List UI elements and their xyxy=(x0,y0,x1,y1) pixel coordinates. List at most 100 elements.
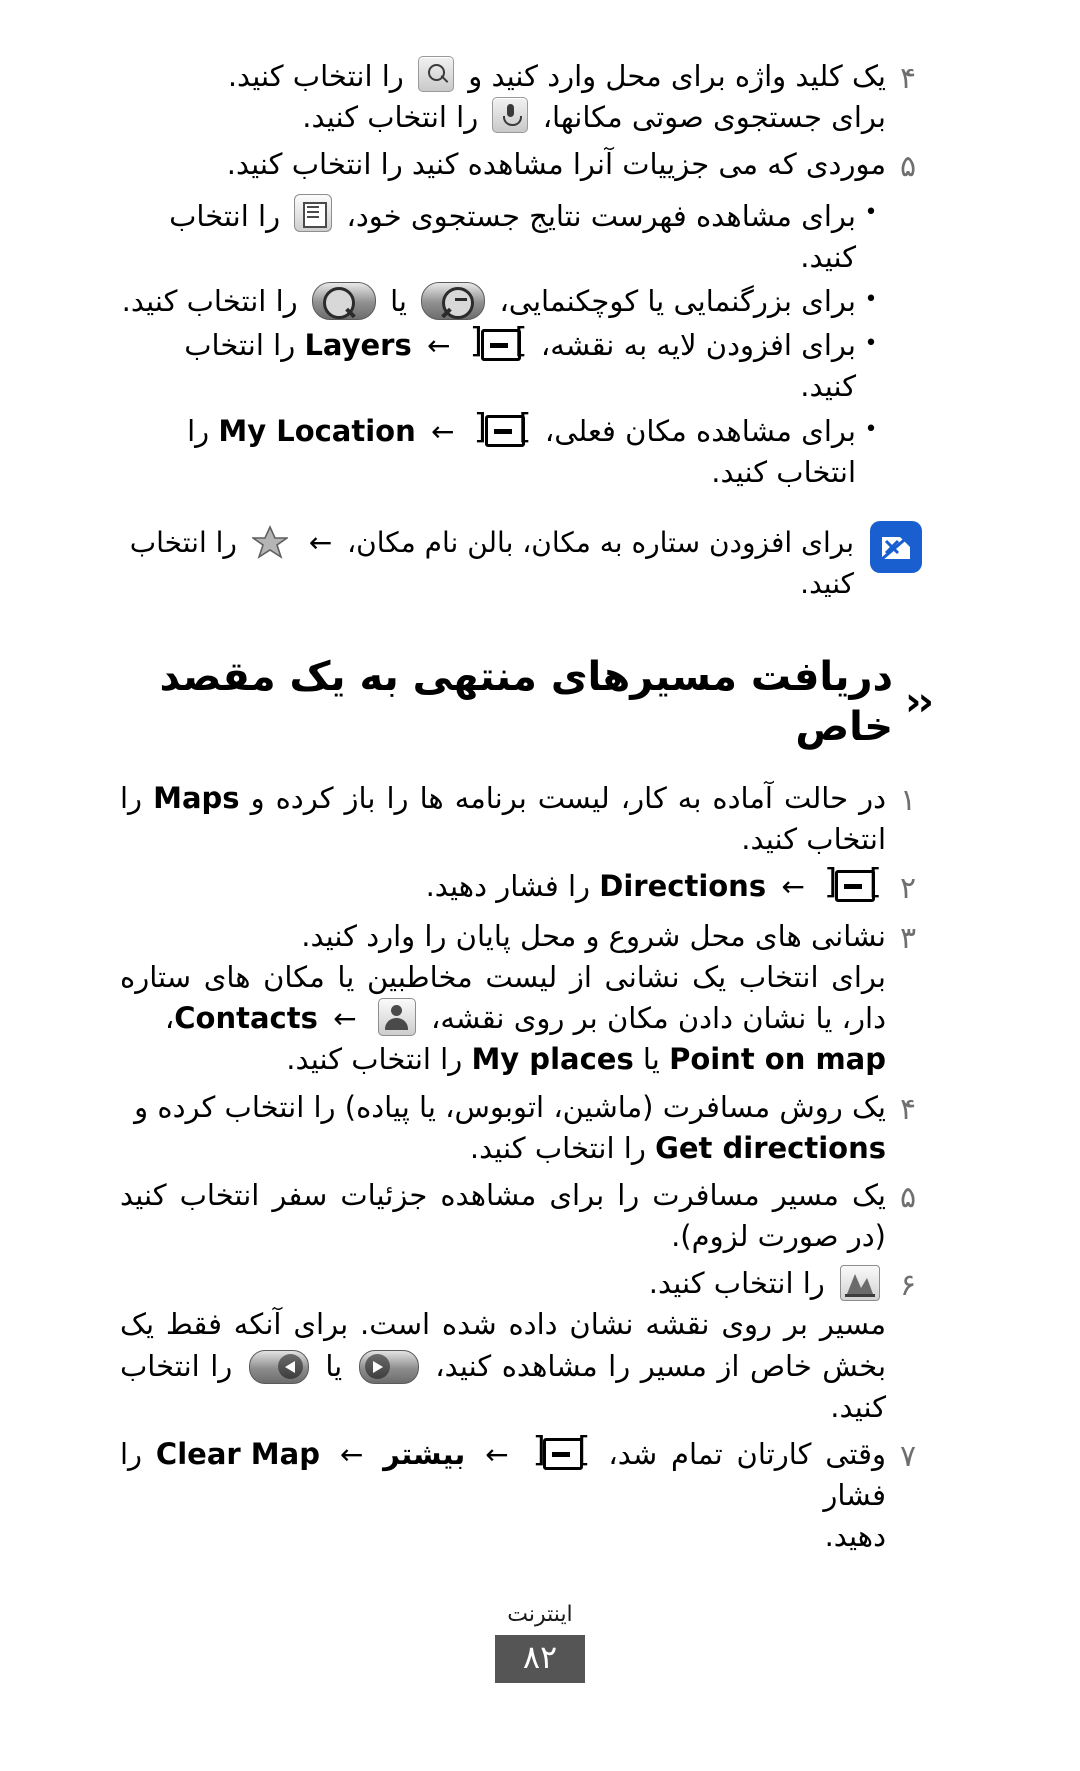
arrow-icon: ← xyxy=(430,414,455,448)
contacts-icon[interactable] xyxy=(377,998,416,1037)
page-number-badge: ۸۲ xyxy=(495,1634,585,1683)
step1-app-name: Maps xyxy=(153,781,240,816)
step-item: ۲ [] ← Directions را فشار دهید. xyxy=(120,865,930,909)
step-item: ۷ وقتی کارتان تمام شد، [] ← بیشتر ← Clea… xyxy=(120,1433,930,1558)
arrow-icon: ← xyxy=(426,329,451,363)
bullet2-after: را انتخاب کنید. xyxy=(121,284,298,319)
bullet-dot: • xyxy=(864,331,878,357)
step-number: ۶ xyxy=(899,1268,917,1304)
bullet2-middle: یا xyxy=(390,284,407,319)
step3-option-my-places: My places xyxy=(471,1042,634,1077)
step-number: ۳ xyxy=(899,920,917,956)
menu-key-icon[interactable]: [] xyxy=(532,1433,590,1470)
steps-main-list: ۱ در حالت آماده به کار، لیست برنامه ها ر… xyxy=(120,778,930,1557)
menu-key-icon[interactable]: [] xyxy=(470,324,528,362)
bullet-text: برای افزودن لایه به نقشه، [] ← Layers را… xyxy=(120,324,856,407)
step4b-before: یک روش مسافرت (ماشین، اتوبوس، یا پیاده) … xyxy=(134,1089,886,1124)
step6-line2: مسیر بر روی نقشه نشان داده شده است. برای… xyxy=(120,1307,887,1383)
bullet-text: برای مشاهده مکان فعلی، [] ← My Location … xyxy=(120,410,856,493)
step4-line1-after: را انتخاب کنید. xyxy=(227,59,404,93)
step2-menu-label: Directions xyxy=(599,869,767,904)
bullet2-before: برای بزرگنمایی یا کوچکنمایی، xyxy=(499,284,856,319)
step-text: [] ← Directions را فشار دهید. xyxy=(120,865,886,907)
section-heading: ‹‹ دریافت مسیرهای منتهی به یک مقصد خاص xyxy=(120,652,934,752)
step4b-after: را انتخاب کنید. xyxy=(469,1130,646,1165)
step-text: یک روش مسافرت (ماشین، اتوبوس، یا پیاده) … xyxy=(120,1087,886,1169)
note-text: برای افزودن ستاره به مکان، بالن نام مکان… xyxy=(120,519,854,604)
prev-icon[interactable] xyxy=(248,1349,309,1384)
next-icon[interactable] xyxy=(358,1349,419,1384)
step-text: نشانی های محل شروع و محل پایان را وارد ک… xyxy=(120,916,886,1081)
list-item: • برای افزودن لایه به نقشه، [] ← Layers … xyxy=(120,324,886,407)
step-number: ۴ xyxy=(899,61,917,96)
step7-after-b: دهید. xyxy=(824,1519,886,1554)
mic-icon[interactable] xyxy=(492,97,529,134)
step-number: ۷ xyxy=(899,1438,917,1474)
step-text: موردی که می جزییات آنرا مشاهده کنید را ا… xyxy=(226,147,886,182)
arrow-icon: ← xyxy=(781,870,805,904)
step-number: ۴ xyxy=(899,1091,917,1127)
bullet1-before: برای مشاهده فهرست نتایج جستجوی خود، xyxy=(346,198,856,233)
step-text: وقتی کارتان تمام شد، [] ← بیشتر ← Clear … xyxy=(120,1433,887,1558)
step3-option-contacts: Contacts xyxy=(174,1001,318,1036)
zoom-out-icon[interactable] xyxy=(421,282,486,321)
menu-key-icon[interactable]: [] xyxy=(474,410,532,447)
step2-after: را فشار دهید. xyxy=(425,869,591,904)
step-item: ۴ یک روش مسافرت (ماشین، اتوبوس، یا پیاده… xyxy=(120,1087,930,1169)
zoom-in-icon[interactable] xyxy=(311,282,376,321)
step-text: یک مسیر مسافرت را برای مشاهده جزئیات سفر… xyxy=(120,1177,886,1254)
arrow-icon: ← xyxy=(339,1437,364,1471)
list-item: • برای مشاهده فهرست نتایج جستجوی خود، را… xyxy=(120,193,886,278)
footer-chapter-label: اینترنت xyxy=(507,1601,573,1627)
step4-line2-after: را انتخاب کنید. xyxy=(302,100,479,135)
bullet4-before: برای مشاهده مکان فعلی، xyxy=(544,413,856,448)
step7-more-label: بیشتر xyxy=(383,1436,466,1471)
step-item: ۶ را انتخاب کنید. مسیر بر روی نقشه نشان … xyxy=(120,1263,930,1428)
step6-middle: یا xyxy=(325,1348,343,1383)
bullet-list: • برای مشاهده فهرست نتایج جستجوی خود، را… xyxy=(120,193,930,493)
steps-top-list: ۴ یک کلید واژه برای محل وارد کنید و را ا… xyxy=(120,56,930,188)
step-text: را انتخاب کنید. مسیر بر روی نقشه نشان دا… xyxy=(120,1263,886,1428)
chevron-double-icon: ‹‹ xyxy=(905,679,934,726)
step4-line1-before: یک کلید واژه برای محل وارد کنید و xyxy=(468,59,886,93)
star-icon[interactable] xyxy=(250,525,290,559)
menu-key-icon[interactable]: [] xyxy=(824,865,882,903)
step-number: ۱ xyxy=(899,783,917,819)
route-icon[interactable] xyxy=(840,1265,880,1302)
bullet-text: برای مشاهده فهرست نتایج جستجوی خود، را ا… xyxy=(120,193,856,278)
manual-page: ۴ یک کلید واژه برای محل وارد کنید و را ا… xyxy=(0,0,1080,1771)
step7-before: وقتی کارتان تمام شد، xyxy=(608,1436,887,1471)
note-before: برای افزودن ستاره به مکان، بالن نام مکان… xyxy=(347,525,854,559)
step7-clear-map-label: Clear Map xyxy=(155,1436,320,1471)
step-item: ۵ یک مسیر مسافرت را برای مشاهده جزئیات س… xyxy=(120,1175,930,1257)
step4b-button-label: Get directions xyxy=(655,1130,886,1165)
list-view-icon[interactable] xyxy=(294,193,333,232)
step-number: ۲ xyxy=(899,871,917,907)
bullet3-before: برای افزودن لایه به نقشه، xyxy=(540,328,856,363)
bullet-dot: • xyxy=(864,199,878,225)
arrow-icon: ← xyxy=(485,1437,509,1471)
step1-before: در حالت آماده به کار، لیست برنامه ها را … xyxy=(250,781,887,816)
list-item: • برای بزرگنمایی یا کوچکنمایی، یا را انت… xyxy=(120,281,886,322)
step3-separator: ، xyxy=(164,1001,175,1036)
page-title: دریافت مسیرهای منتهی به یک مقصد خاص xyxy=(159,654,894,751)
bullet3-menu-label: Layers xyxy=(304,328,412,363)
step3-tail: را انتخاب کنید. xyxy=(286,1042,463,1077)
step-item: ۱ در حالت آماده به کار، لیست برنامه ها ر… xyxy=(120,778,930,860)
step-text: در حالت آماده به کار، لیست برنامه ها را … xyxy=(120,778,886,860)
search-icon[interactable] xyxy=(418,56,455,92)
step3-line1: نشانی های محل شروع و محل پایان را وارد ک… xyxy=(301,918,886,953)
step-number: ۵ xyxy=(899,149,917,185)
step3-option-point-on-map: Point on map xyxy=(669,1042,886,1077)
bullet-dot: • xyxy=(864,416,878,442)
note-box: برای افزودن ستاره به مکان، بالن نام مکان… xyxy=(120,519,930,604)
step-item: ۳ نشانی های محل شروع و محل پایان را وارد… xyxy=(120,916,930,1081)
step3-or: یا xyxy=(642,1042,660,1077)
note-pencil-icon xyxy=(868,519,924,575)
step-number: ۵ xyxy=(899,1179,917,1215)
bullet4-menu-label: My Location xyxy=(218,413,416,448)
list-item: • برای مشاهده مکان فعلی، [] ← My Locatio… xyxy=(120,410,886,493)
step4-line2-before: برای جستجوی صوتی مکانها، xyxy=(542,100,886,135)
step-item: ۴ یک کلید واژه برای محل وارد کنید و را ا… xyxy=(120,56,930,138)
step-item: ۵ موردی که می جزییات آنرا مشاهده کنید را… xyxy=(120,144,930,187)
